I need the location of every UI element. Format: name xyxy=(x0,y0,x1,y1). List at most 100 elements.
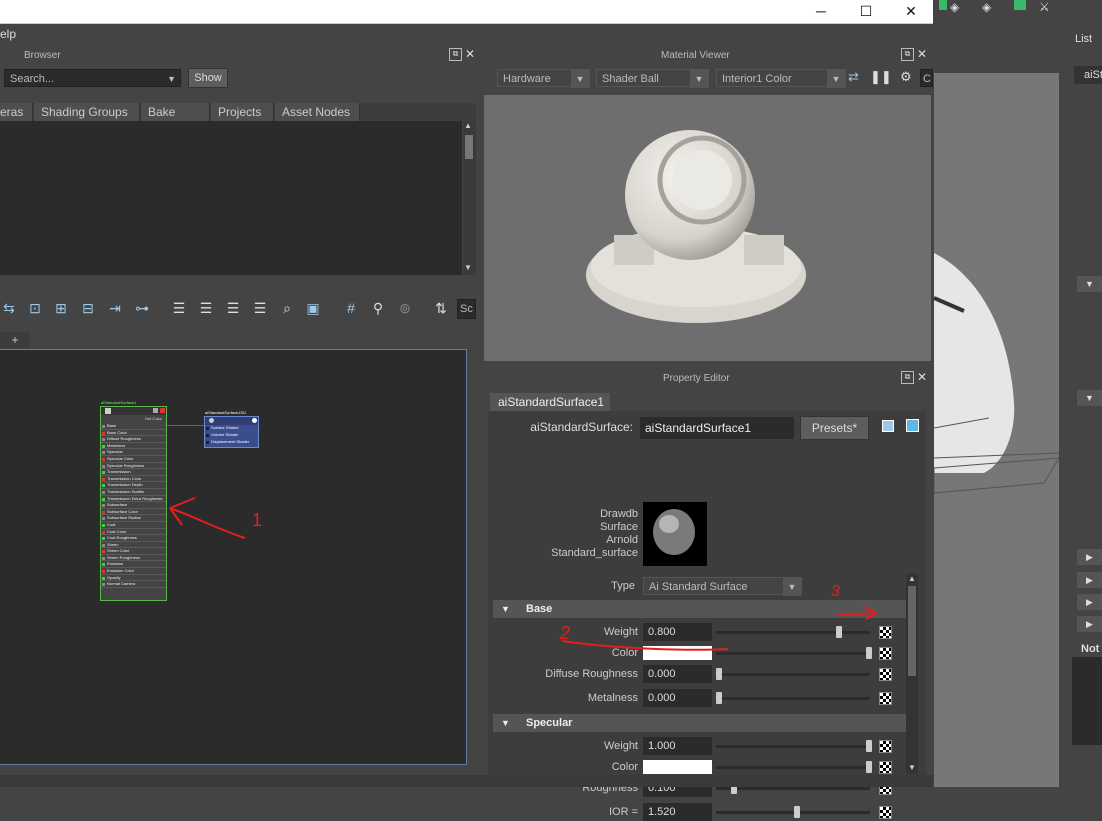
slider-track[interactable] xyxy=(716,697,870,700)
node-attribute-port[interactable]: Transmission Depth xyxy=(101,482,166,489)
value-field[interactable]: 1.000 xyxy=(643,737,712,755)
node-attribute-port[interactable]: Metalness xyxy=(101,443,166,450)
slider-handle[interactable] xyxy=(794,806,800,818)
node-attribute-port[interactable]: Coat Color xyxy=(101,529,166,536)
frame-all-icon[interactable]: ⊡ xyxy=(26,299,44,317)
chevron-right-icon[interactable]: ▶ xyxy=(1077,616,1102,632)
node-attribute-port[interactable]: Subsurface Radius xyxy=(101,515,166,522)
node-attribute-port[interactable]: Transmission Color xyxy=(101,476,166,483)
node-attribute-port[interactable]: Transmission Extra Roughness xyxy=(101,496,166,503)
search-icon[interactable]: ⌕ xyxy=(278,299,296,317)
toolbar-icon[interactable]: ◈ xyxy=(982,0,991,14)
shading-group-node[interactable]: aiStandardSurface1SG Surface Shader Volum… xyxy=(204,410,259,448)
node-attribute-port[interactable]: Sheen Color xyxy=(101,548,166,555)
node-attribute-port[interactable]: Specular xyxy=(101,449,166,456)
add-tab-button[interactable]: + xyxy=(0,332,30,348)
list-menu[interactable]: List xyxy=(1075,33,1092,45)
map-texture-icon[interactable] xyxy=(879,740,892,753)
float-viewer-icon[interactable]: ⧉ xyxy=(901,48,914,61)
simple-mode-icon[interactable]: ☰ xyxy=(170,299,188,317)
chevron-right-icon[interactable]: ▶ xyxy=(1077,572,1102,588)
node-attribute-port[interactable]: Transmission Scatter xyxy=(101,489,166,496)
node-attribute-port[interactable]: Emission Color xyxy=(101,568,166,575)
map-texture-icon[interactable] xyxy=(879,692,892,705)
graph-upstream-icon[interactable]: ⇥ xyxy=(106,299,124,317)
float-property-icon[interactable]: ⧉ xyxy=(901,371,914,384)
scroll-down-icon[interactable]: ▼ xyxy=(908,763,916,772)
scroll-thumb[interactable] xyxy=(908,586,916,676)
node-attribute-port[interactable]: Opacity xyxy=(101,575,166,582)
node-attribute-port[interactable]: Sheen Roughness xyxy=(101,555,166,562)
scroll-up-icon[interactable]: ▲ xyxy=(464,121,472,130)
node-attribute-port[interactable]: Emission xyxy=(101,561,166,569)
scroll-down-icon[interactable]: ▼ xyxy=(464,263,472,272)
tab-ai-standard-surface[interactable]: aiStandardSurface1 xyxy=(490,393,610,411)
chevron-right-icon[interactable]: ▶ xyxy=(1077,549,1102,565)
full-mode-icon[interactable]: ☰ xyxy=(224,299,242,317)
material-node[interactable]: aiStandardSurface1 Out Color Base Base Co… xyxy=(100,400,167,601)
float-panel-icon[interactable]: ⧉ xyxy=(449,48,462,61)
swatch-icon[interactable]: ▣ xyxy=(304,299,322,317)
search-input[interactable]: Search... ▼ xyxy=(4,69,181,87)
sg-attribute-port[interactable]: Surface Shader xyxy=(205,425,258,432)
notes-field[interactable] xyxy=(1072,657,1102,745)
tab-bake-sets[interactable]: Bake Sets xyxy=(141,103,210,137)
map-texture-icon[interactable] xyxy=(879,806,892,819)
grid-icon[interactable]: # xyxy=(342,299,360,317)
tab-shading-groups[interactable]: Shading Groups xyxy=(34,103,140,121)
sg-attribute-port[interactable]: Volume Shader xyxy=(205,432,258,439)
node-attribute-port[interactable]: Base Color xyxy=(101,430,166,437)
viewport-3d[interactable]: ◈ ◈ ⚔ ● ● ◉ ▤ xyxy=(934,0,1059,787)
toolbar-icon[interactable] xyxy=(1014,0,1026,10)
pause-icon[interactable]: ❚❚ xyxy=(870,69,892,85)
tab-projects[interactable]: Projects xyxy=(211,103,274,121)
section-header-specular[interactable]: ▼ Specular xyxy=(493,714,908,732)
toolbar-icon[interactable]: ◈ xyxy=(950,0,959,14)
slider-handle[interactable] xyxy=(866,740,872,752)
maximize-button[interactable]: ☐ xyxy=(843,0,889,23)
node-attribute-port[interactable]: Normal Camera xyxy=(101,581,166,588)
map-texture-icon[interactable] xyxy=(879,761,892,774)
node-attribute-port[interactable]: Specular Roughness xyxy=(101,463,166,470)
out-color-port[interactable]: Out Color xyxy=(101,415,166,423)
tab-cameras[interactable]: eras xyxy=(0,103,33,121)
chevron-right-icon[interactable]: ▶ xyxy=(1077,594,1102,610)
input-output-icon[interactable]: ⊶ xyxy=(133,299,151,317)
slider-track[interactable] xyxy=(716,766,870,769)
node-attribute-port[interactable]: Transmission xyxy=(101,469,166,476)
node-attribute-port[interactable]: Coat xyxy=(101,522,166,529)
node-attribute-port[interactable]: Sheen xyxy=(101,542,166,549)
slider-handle[interactable] xyxy=(866,761,872,773)
graph-remove-icon[interactable]: ⊟ xyxy=(79,299,97,317)
slider-track[interactable] xyxy=(716,745,870,748)
graph-add-icon[interactable]: ⊞ xyxy=(52,299,70,317)
menu-help[interactable]: elp xyxy=(0,27,16,41)
sg-output-port[interactable] xyxy=(252,418,257,423)
material-preview[interactable] xyxy=(484,95,931,361)
browser-scrollbar[interactable]: ▲ ▼ xyxy=(463,121,476,275)
chevron-down-icon[interactable]: ▼ xyxy=(1077,390,1102,406)
node-attribute-port[interactable]: Specular Color xyxy=(101,456,166,463)
property-scrollbar[interactable]: ▲ ▼ xyxy=(906,574,918,774)
chevron-down-icon[interactable]: ▼ xyxy=(1077,276,1102,292)
slider-track[interactable] xyxy=(716,811,870,814)
color-swatch-field[interactable] xyxy=(643,760,712,774)
node-attribute-port[interactable]: Subsurface Color xyxy=(101,509,166,516)
zoom-field[interactable]: Sc xyxy=(457,299,476,319)
node-attribute-port[interactable]: Diffuse Roughness xyxy=(101,436,166,443)
toolbar-icon[interactable] xyxy=(939,0,947,10)
bookmark-icon[interactable]: ⊚ xyxy=(396,299,414,317)
renderer-dropdown[interactable]: Hardware ▼ xyxy=(497,69,590,88)
slider-track[interactable] xyxy=(716,673,870,676)
node-mode-icon[interactable] xyxy=(153,408,158,413)
node-attribute-port[interactable]: Coat Roughness xyxy=(101,535,166,542)
tab-asset-nodes[interactable]: Asset Nodes xyxy=(275,103,360,121)
close-property-icon[interactable]: ✕ xyxy=(917,370,927,384)
show-button[interactable]: Show xyxy=(188,68,228,88)
attribute-tab[interactable]: aiSt xyxy=(1074,66,1102,84)
settings-icon[interactable]: ⚙ xyxy=(900,69,912,85)
extra-dropdown[interactable]: C xyxy=(920,69,933,87)
toolbar-icon[interactable]: ⚔ xyxy=(1039,0,1050,14)
slider-track[interactable] xyxy=(716,787,870,790)
close-window-button[interactable]: ✕ xyxy=(888,0,934,23)
